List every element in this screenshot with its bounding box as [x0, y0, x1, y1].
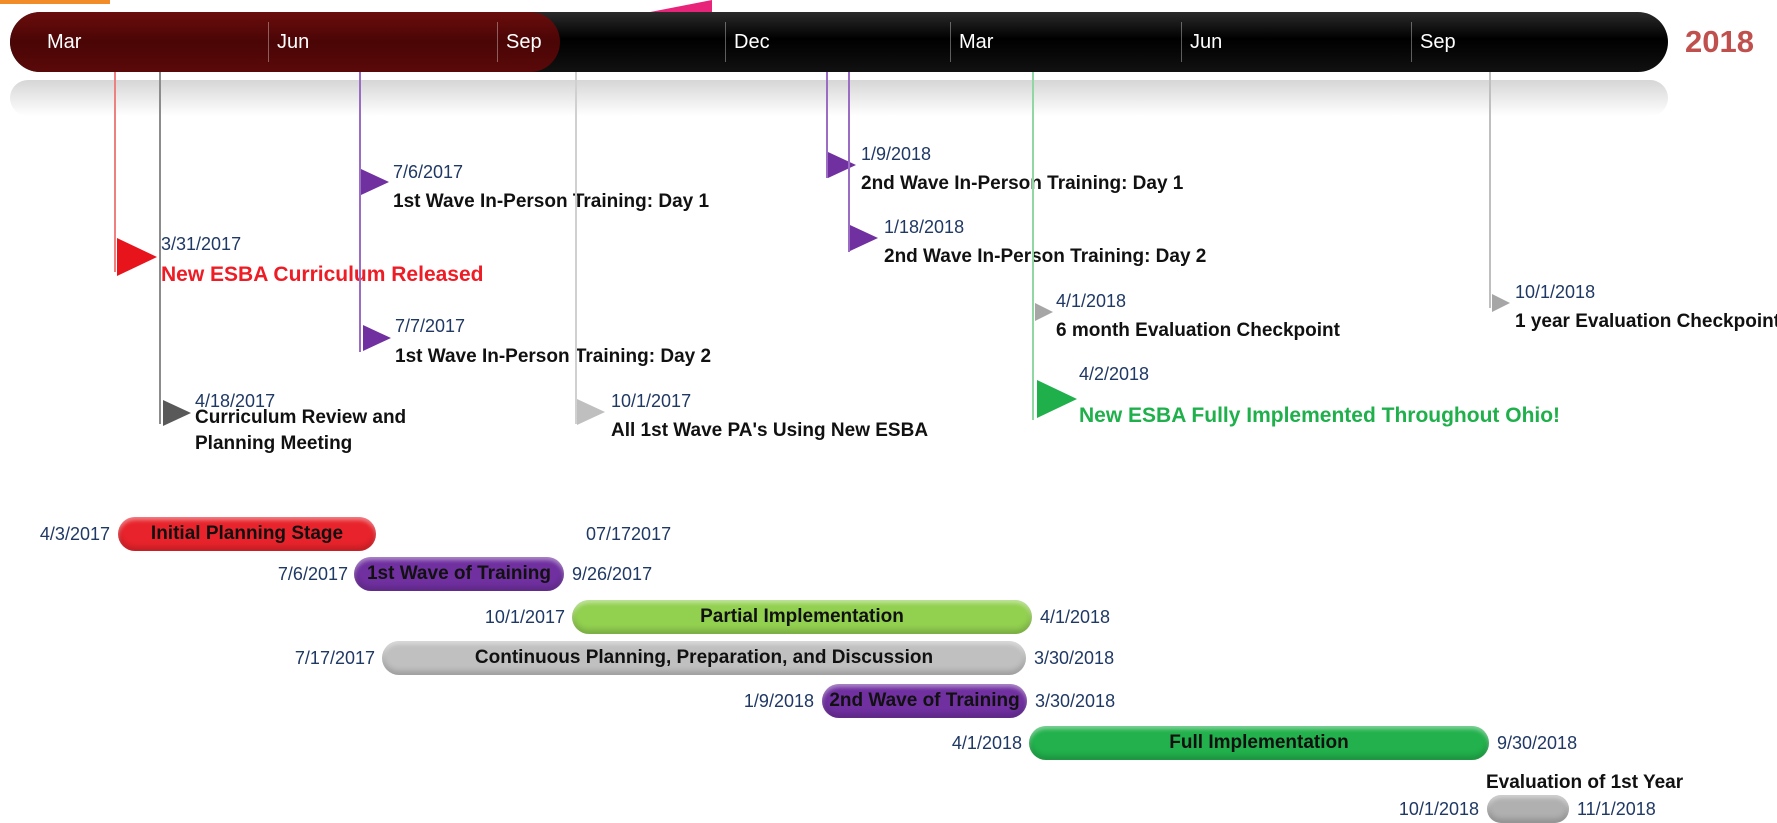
milestone-label: 1st Wave In-Person Training: Day 2: [395, 346, 712, 367]
milestone-line: [359, 72, 361, 352]
milestone-flag-icon: [361, 169, 389, 195]
milestone-flag-icon: [363, 325, 391, 351]
task-start-date: 4/3/2017: [39, 524, 110, 544]
task-bar: 2nd Wave of Training: [822, 684, 1027, 718]
milestone-line: [1032, 72, 1034, 420]
task-start-date: 10/1/2017: [484, 607, 565, 627]
milestone-flag-icon: [1037, 380, 1077, 418]
task-start-date: 1/9/2018: [743, 691, 814, 711]
milestone-label: 1st Wave In-Person Training: Day 1: [393, 191, 710, 212]
milestone-date: 10/1/2017: [611, 391, 692, 411]
timeline-bar-reflection: [10, 80, 1668, 116]
milestone-date: 1/9/2018: [861, 144, 932, 164]
task-bar: Partial Implementation: [572, 600, 1032, 634]
milestone-label: All 1st Wave PA's Using New ESBA: [611, 420, 929, 441]
task-bar: Continuous Planning, Preparation, and Di…: [382, 641, 1026, 675]
task-start-date: 7/17/2017: [294, 648, 375, 668]
milestone-flag-icon: [828, 152, 856, 178]
milestone-label: New ESBA Curriculum Released: [161, 263, 484, 286]
task-bar: Initial Planning Stage: [118, 517, 376, 551]
month-label: Dec: [734, 31, 770, 53]
task-end-date: 11/1/2018: [1577, 799, 1656, 819]
milestone-date: 10/1/2018: [1515, 282, 1596, 302]
milestone-line: [575, 72, 577, 424]
month-label: Jun: [277, 31, 310, 53]
milestone-date: 3/31/2017: [161, 234, 242, 254]
milestone-date: 1/18/2018: [884, 217, 965, 237]
task-end-date: 4/1/2018: [1040, 607, 1111, 627]
milestone-flag-icon: [1492, 294, 1510, 312]
milestone-line: [1489, 72, 1491, 308]
milestone-line: [159, 72, 161, 424]
milestone-label: 1 year Evaluation Checkpoint: [1515, 311, 1777, 332]
milestone-date: 4/1/2018: [1056, 291, 1127, 311]
milestone-date: 7/7/2017: [395, 316, 466, 336]
milestone-date: 4/2/2018: [1079, 364, 1150, 384]
milestone-line: [114, 72, 116, 272]
milestone-label: 2nd Wave In-Person Training: Day 1: [861, 173, 1184, 194]
milestone-label: 6 month Evaluation Checkpoint: [1056, 320, 1340, 341]
task-start-date: 10/1/2018: [1398, 799, 1479, 819]
month-label: Sep: [506, 31, 542, 53]
milestone-label: 2nd Wave In-Person Training: Day 2: [884, 246, 1207, 267]
month-label: Sep: [1420, 31, 1456, 53]
task-end-date: 07/172017: [586, 524, 672, 544]
task-end-date: 3/30/2018: [1035, 691, 1116, 711]
task-bar: Full Implementation: [1029, 726, 1489, 760]
month-label: Mar: [959, 31, 994, 53]
corner-accent: [0, 0, 110, 4]
task-start-date: 4/1/2018: [951, 733, 1022, 753]
task-label: Evaluation of 1st Year: [1486, 772, 1684, 793]
task-bar: [1487, 795, 1569, 823]
milestone-label: Curriculum Review and Planning Meeting: [195, 407, 407, 454]
task-start-date: 7/6/2017: [277, 564, 348, 584]
year-label: 2018: [1685, 24, 1754, 59]
milestone-label: New ESBA Fully Implemented Throughout Oh…: [1079, 404, 1561, 427]
milestone-flag-icon: [117, 238, 157, 276]
milestone-flag-icon: [577, 399, 605, 425]
milestone-date: 7/6/2017: [393, 162, 464, 182]
month-label: Jun: [1190, 31, 1223, 53]
milestone-flag-icon: [1035, 303, 1053, 321]
task-end-date: 9/26/2017: [572, 564, 653, 584]
month-label: Mar: [47, 31, 82, 53]
milestone-flag-icon: [163, 400, 191, 426]
task-bar: 1st Wave of Training: [354, 557, 564, 591]
task-end-date: 3/30/2018: [1034, 648, 1115, 668]
task-end-date: 9/30/2018: [1497, 733, 1578, 753]
milestone-flag-icon: [850, 225, 878, 251]
